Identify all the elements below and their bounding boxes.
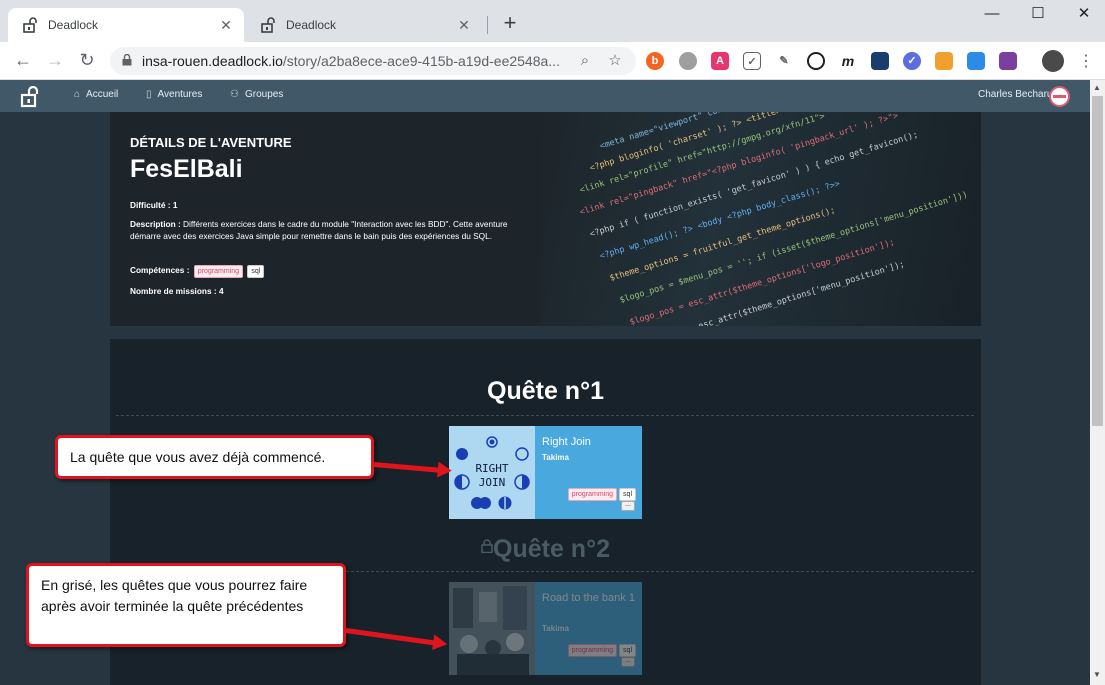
lock-icon	[122, 54, 132, 66]
deadlock-favicon-icon	[23, 17, 37, 33]
quest-card-tags: programming sql	[566, 644, 636, 657]
maximize-button[interactable]: ☐	[1015, 4, 1061, 26]
quest-card-body: Right Join Takima programming sql ...	[535, 426, 642, 519]
quest-card-tags: programming sql	[566, 488, 636, 501]
thumb-text-join: JOIN	[479, 476, 506, 489]
thumb-text-right: RIGHT	[475, 462, 508, 475]
bank-photo-image	[449, 582, 535, 675]
nav-link-label: Accueil	[86, 89, 119, 100]
home-icon: ⌂	[74, 89, 81, 100]
skill-tag: sql	[619, 488, 636, 501]
skill-tag: programming	[193, 265, 244, 278]
book-icon: ▯	[146, 89, 152, 100]
adventure-skills: Compétences : programming sql	[130, 264, 265, 278]
quest-card[interactable]: RIGHT JOIN Right Join Takima programming…	[449, 426, 642, 519]
deadlock-favicon-icon	[261, 17, 275, 33]
browser-toolbar: ← → ↻ insa-rouen.deadlock.io/story/a2ba8…	[0, 42, 1105, 80]
quest-title: Quête n°1	[487, 377, 604, 405]
quest-card-image: RIGHT JOIN	[449, 426, 535, 519]
url-text: insa-rouen.deadlock.io/story/a2ba8ece-ac…	[142, 53, 560, 69]
quest-card-body: Road to the bank 1 Takima programming sql…	[535, 582, 642, 675]
forward-button[interactable]: →	[44, 50, 66, 72]
scroll-down-icon[interactable]: ▼	[1093, 670, 1101, 679]
quest-card-more-button[interactable]: ...	[621, 501, 635, 511]
minimize-button[interactable]: —	[969, 4, 1015, 26]
right-join-illustration: RIGHT JOIN	[454, 436, 530, 510]
quest-card-more-button: ...	[621, 657, 635, 667]
pocket-extension-icon[interactable]: ✓	[743, 52, 761, 70]
annotation-callout-started: La quête que vous avez déjà commencé.	[55, 435, 374, 479]
user-name[interactable]: Charles Becharu	[978, 89, 1052, 100]
nav-link-aventures[interactable]: ▯ Aventures	[146, 89, 202, 100]
quest-divider	[116, 415, 974, 416]
address-bar[interactable]: insa-rouen.deadlock.io/story/a2ba8ece-ac…	[110, 47, 636, 75]
scrollbar-thumb[interactable]	[1092, 96, 1103, 426]
reload-button[interactable]: ↻	[76, 50, 98, 72]
quest-card-locked: Road to the bank 1 Takima programming sql…	[449, 582, 642, 675]
skill-tag: programming	[567, 644, 618, 657]
zoom-icon[interactable]: ⌕	[576, 52, 594, 70]
tab-close-icon[interactable]: ✕	[218, 17, 234, 34]
scroll-up-icon[interactable]: ▲	[1093, 83, 1101, 92]
tab-divider	[487, 16, 488, 34]
extension-icon[interactable]: ✓	[903, 52, 921, 70]
extension-icon[interactable]	[679, 52, 697, 70]
nav-link-accueil[interactable]: ⌂ Accueil	[74, 89, 118, 100]
page-scrollbar[interactable]: ▲ ▼	[1090, 80, 1105, 685]
profile-avatar[interactable]	[1042, 50, 1064, 72]
browser-tab-active[interactable]: Deadlock ✕	[8, 8, 244, 42]
back-button[interactable]: ←	[12, 50, 34, 72]
browser-tab[interactable]: Deadlock ✕	[246, 8, 482, 42]
nav-link-groupes[interactable]: ⚇ Groupes	[230, 89, 283, 100]
quest-card-org: Takima	[542, 453, 569, 462]
browser-tab-bar: Deadlock ✕ Deadlock ✕ + — ☐ ✕	[0, 0, 1105, 42]
site-navbar: ⌂ Accueil ▯ Aventures ⚇ Groupes Charles …	[0, 80, 1090, 112]
new-tab-button[interactable]: +	[498, 12, 522, 36]
user-avatar[interactable]	[1049, 86, 1070, 107]
quest-card-title: Right Join	[542, 436, 591, 448]
extension-icon[interactable]	[999, 52, 1017, 70]
skill-tag: sql	[619, 644, 636, 657]
annotation-callout-locked: En grisé, les quêtes que vous pourrez fa…	[26, 563, 346, 647]
bookmark-star-icon[interactable]: ☆	[606, 52, 624, 70]
adventure-difficulty: Difficulté : 1	[130, 200, 178, 210]
extension-icon[interactable]: ✎	[775, 52, 793, 70]
nav-link-label: Aventures	[157, 89, 203, 100]
extension-icon[interactable]	[871, 52, 889, 70]
lock-icon	[481, 539, 493, 554]
extension-icon[interactable]: m	[839, 52, 857, 70]
browser-menu-icon[interactable]: ⋮	[1078, 51, 1094, 71]
tab-title: Deadlock	[48, 18, 99, 32]
deadlock-logo-icon[interactable]	[20, 86, 42, 108]
group-icon: ⚇	[230, 89, 239, 100]
tab-title: Deadlock	[286, 18, 337, 32]
quest-card-title: Road to the bank 1	[542, 592, 635, 604]
adventure-missions-count: Nombre de missions : 4	[130, 286, 224, 296]
adventure-header: <meta name="viewport" content="width=dev…	[110, 112, 981, 326]
adventure-description: Description : Différents exercices dans …	[130, 219, 508, 241]
extension-icon[interactable]: b	[646, 52, 664, 70]
extension-icon[interactable]: A	[711, 52, 729, 70]
skill-tag: sql	[247, 265, 265, 278]
adventure-title: FesElBali	[130, 155, 243, 183]
close-window-button[interactable]: ✕	[1061, 4, 1105, 26]
adventure-details-subtitle: DÉTAILS DE L'AVENTURE	[130, 135, 292, 150]
quest-card-image	[449, 582, 535, 675]
extension-icon[interactable]	[967, 52, 985, 70]
tab-close-icon[interactable]: ✕	[456, 17, 472, 34]
code-background-image: <meta name="viewport" content="width=dev…	[540, 112, 981, 326]
quest-title-text: Quête n°2	[493, 535, 610, 563]
nav-link-label: Groupes	[244, 89, 284, 100]
skill-tag: programming	[567, 488, 618, 501]
quest-card-org: Takima	[542, 624, 569, 633]
extension-icon[interactable]	[935, 52, 953, 70]
extension-icon[interactable]	[807, 52, 825, 70]
quest-title-locked: Quête n°2	[110, 535, 981, 564]
